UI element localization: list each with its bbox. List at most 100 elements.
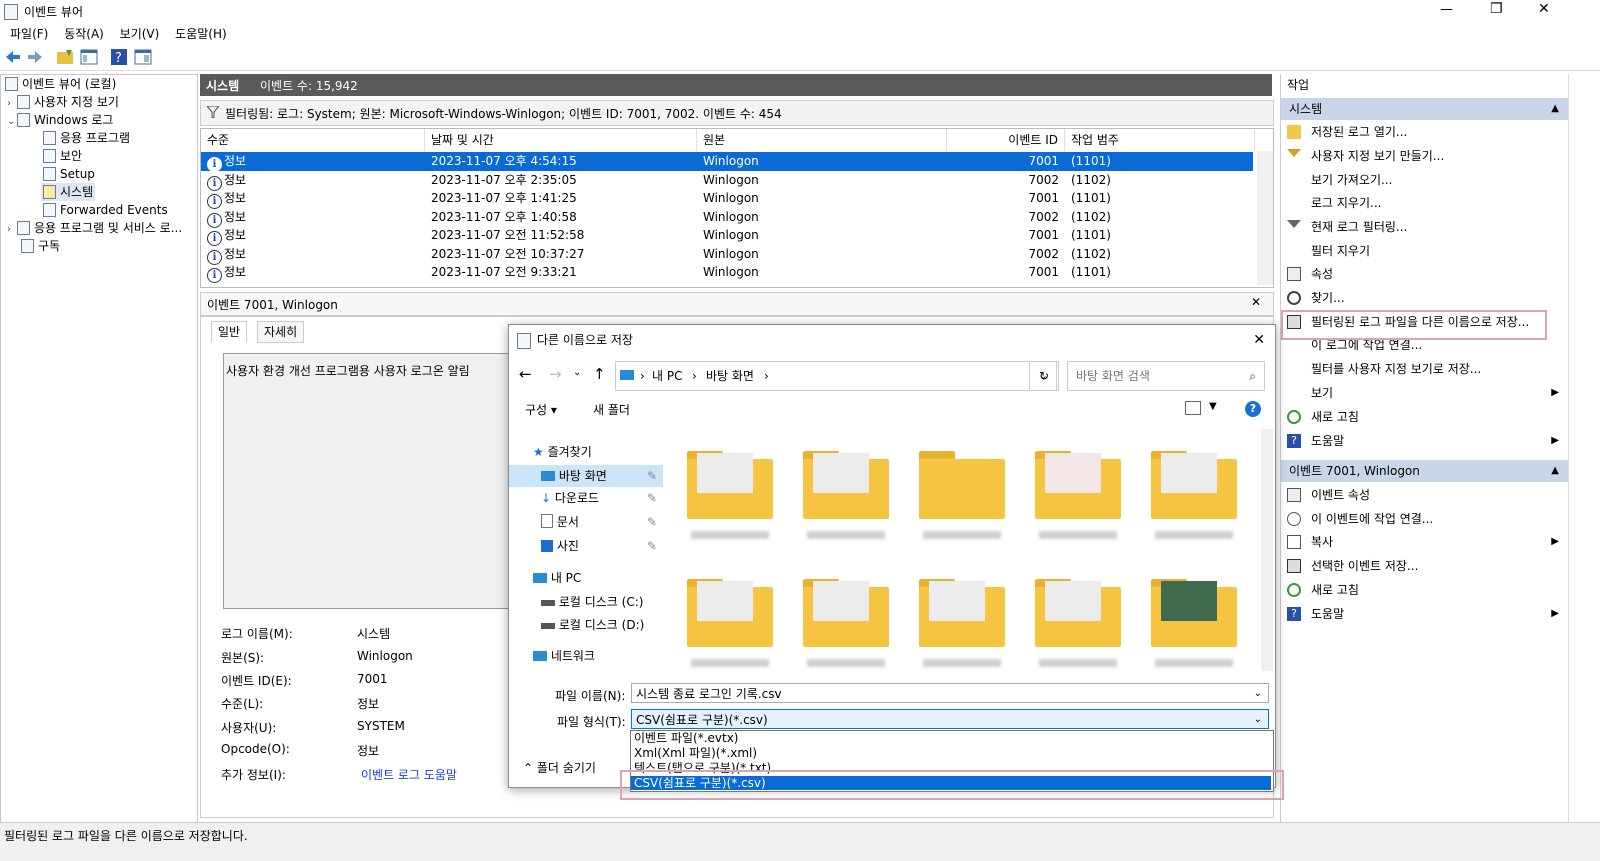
tree-root[interactable]: 이벤트 뷰어 (로컬) bbox=[5, 75, 116, 93]
tree-apps-services[interactable]: › 응용 프로그램 및 서비스 로... bbox=[7, 219, 182, 237]
address-bar[interactable]: › 내 PC › 바탕 화면 › ⌄ bbox=[615, 361, 1057, 391]
tree-log-application[interactable]: 응용 프로그램 bbox=[43, 129, 130, 147]
nav-downloads[interactable]: ↓ 다운로드 ✎ bbox=[509, 487, 663, 509]
column-event-id[interactable]: 이벤트 ID bbox=[947, 129, 1065, 151]
organize-button[interactable]: 구성 ▾ bbox=[525, 401, 557, 418]
column-date[interactable]: 날짜 및 시간 bbox=[425, 129, 697, 151]
filetype-option-xml[interactable]: Xml(Xml 파일)(*.xml) bbox=[631, 746, 1271, 760]
forward-arrow-icon[interactable] bbox=[26, 48, 44, 66]
nav-this-pc[interactable]: 내 PC bbox=[509, 567, 663, 589]
action-copy[interactable]: 복사 ▶ bbox=[1281, 531, 1569, 553]
folder-item[interactable] bbox=[919, 571, 1005, 667]
action-view[interactable]: 보기 ▶ bbox=[1281, 382, 1569, 404]
help-icon[interactable]: ? bbox=[1245, 401, 1261, 417]
folder-item[interactable] bbox=[919, 443, 1005, 539]
chevron-down-icon[interactable]: ⌄ bbox=[1254, 710, 1262, 730]
action-event-properties[interactable]: 이벤트 속성 bbox=[1281, 484, 1569, 506]
back-icon[interactable]: ← bbox=[519, 365, 532, 383]
tree-log-setup[interactable]: Setup bbox=[43, 165, 95, 183]
table-row[interactable]: i 정보 2023-11-07 오전 9:33:21 Winlogon 7001 … bbox=[201, 263, 1253, 283]
nav-desktop[interactable]: 바탕 화면 ✎ bbox=[509, 465, 663, 487]
action-help[interactable]: ? 도움말 ▶ bbox=[1281, 430, 1569, 452]
nav-drive-d[interactable]: 로컬 디스크 (D:) bbox=[509, 614, 663, 636]
collapse-icon[interactable]: ▲ bbox=[1551, 98, 1559, 120]
menu-view[interactable]: 보기(V) bbox=[114, 22, 166, 45]
folder-item[interactable] bbox=[687, 443, 773, 539]
action-properties[interactable]: 속성 bbox=[1281, 263, 1569, 285]
action-help-event[interactable]: ? 도움말 ▶ bbox=[1281, 603, 1569, 625]
tree-custom-views[interactable]: › 사용자 지정 보기 bbox=[7, 93, 119, 111]
collapse-icon[interactable]: ▲ bbox=[1551, 460, 1559, 482]
search-input[interactable]: 바탕 화면 검색 ⌕ bbox=[1067, 361, 1265, 391]
action-refresh-event[interactable]: 새로 고침 bbox=[1281, 579, 1569, 601]
actions-section-system[interactable]: 시스템 ▲ bbox=[1281, 98, 1569, 120]
view-options-icon[interactable] bbox=[1185, 401, 1201, 415]
menu-file[interactable]: 파일(F) bbox=[4, 22, 54, 45]
nav-documents[interactable]: 문서 ✎ bbox=[509, 511, 663, 533]
open-folder-icon[interactable] bbox=[56, 48, 74, 66]
expand-icon[interactable]: › bbox=[7, 221, 17, 239]
action-clear-log[interactable]: 로그 지우기... bbox=[1281, 192, 1569, 214]
breadcrumb-pc[interactable]: 내 PC bbox=[652, 362, 682, 390]
up-icon[interactable]: ↑ bbox=[593, 365, 606, 383]
tab-general[interactable]: 일반 bbox=[211, 321, 248, 343]
back-arrow-icon[interactable] bbox=[4, 48, 22, 66]
tree-log-security[interactable]: 보안 bbox=[43, 147, 82, 165]
nav-quick-access[interactable]: ★ 즐겨찾기 bbox=[509, 441, 663, 463]
action-clear-filter[interactable]: 필터 지우기 bbox=[1281, 240, 1569, 262]
dialog-close-icon[interactable]: ✕ bbox=[1253, 325, 1265, 355]
action-filter-log[interactable]: 현재 로그 필터링... bbox=[1281, 216, 1569, 238]
right-scrollbar[interactable] bbox=[1568, 74, 1600, 822]
column-category[interactable]: 작업 범주 bbox=[1065, 129, 1255, 151]
help-link[interactable]: 이벤트 로그 도움말 bbox=[361, 766, 457, 783]
action-find[interactable]: 찾기... bbox=[1281, 287, 1569, 309]
filetype-option-evtx[interactable]: 이벤트 파일(*.evtx) bbox=[631, 731, 1271, 745]
table-row[interactable]: i 정보 2023-11-07 오전 10:37:27 Winlogon 7002… bbox=[201, 245, 1253, 265]
filetype-select[interactable]: CSV(쉼표로 구분)(*.csv) ⌄ bbox=[631, 709, 1269, 729]
table-row[interactable]: i 정보 2023-11-07 오전 11:52:58 Winlogon 7001… bbox=[201, 226, 1253, 246]
nav-pictures[interactable]: 사진 ✎ bbox=[509, 535, 663, 557]
detail-close-icon[interactable]: ✕ bbox=[1251, 295, 1261, 309]
action-create-custom-view[interactable]: 사용자 지정 보기 만들기... bbox=[1281, 145, 1569, 167]
action-pane-icon[interactable] bbox=[134, 48, 152, 66]
action-attach-task-event[interactable]: 이 이벤트에 작업 연결... bbox=[1281, 508, 1569, 530]
breadcrumb-desktop[interactable]: 바탕 화면 bbox=[706, 362, 754, 390]
actions-section-event[interactable]: 이벤트 7001, Winlogon ▲ bbox=[1281, 460, 1569, 482]
nav-drive-c[interactable]: 로컬 디스크 (C:) bbox=[509, 591, 663, 613]
column-source[interactable]: 원본 bbox=[697, 129, 947, 151]
folder-item[interactable] bbox=[1035, 443, 1121, 539]
table-row[interactable]: i 정보 2023-11-07 오후 1:41:25 Winlogon 7001 … bbox=[201, 189, 1253, 209]
tree-windows-logs[interactable]: ⌄ Windows 로그 bbox=[7, 111, 113, 129]
action-import-view[interactable]: 보기 가져오기... bbox=[1281, 169, 1569, 191]
file-list-scrollbar[interactable] bbox=[1261, 429, 1273, 671]
table-row[interactable]: i 정보 2023-11-07 오후 4:54:15 Winlogon 7001 … bbox=[201, 152, 1253, 172]
console-tree-icon[interactable] bbox=[80, 48, 98, 66]
folder-item[interactable] bbox=[1151, 443, 1237, 539]
folder-item[interactable] bbox=[1151, 571, 1237, 667]
nav-network[interactable]: 네트워크 bbox=[509, 645, 663, 667]
folder-item[interactable] bbox=[1035, 571, 1121, 667]
minimize-button[interactable]: — bbox=[1440, 2, 1453, 17]
forward-icon[interactable]: → bbox=[549, 365, 562, 383]
folder-item[interactable] bbox=[687, 571, 773, 667]
maximize-button[interactable]: ❐ bbox=[1490, 1, 1503, 17]
hide-folders-toggle[interactable]: ⌃ 폴더 숨기기 bbox=[523, 759, 596, 776]
recent-dropdown-icon[interactable]: ⌄ bbox=[573, 367, 581, 378]
close-button[interactable]: ✕ bbox=[1538, 1, 1550, 17]
action-open-saved-log[interactable]: 저장된 로그 열기... bbox=[1281, 121, 1569, 143]
action-save-selected[interactable]: 선택한 이벤트 저장... bbox=[1281, 555, 1569, 577]
filename-input[interactable]: 시스템 종료 로그인 기록.csv ⌄ bbox=[631, 683, 1269, 703]
folder-item[interactable] bbox=[803, 443, 889, 539]
chevron-down-icon[interactable]: ▼ bbox=[1209, 401, 1217, 412]
action-save-filter-view[interactable]: 필터를 사용자 지정 보기로 저장... bbox=[1281, 358, 1569, 380]
menu-help[interactable]: 도움말(H) bbox=[169, 22, 233, 45]
table-row[interactable]: i 정보 2023-11-07 오후 1:40:58 Winlogon 7002 … bbox=[201, 208, 1253, 228]
refresh-icon[interactable]: ↻ bbox=[1029, 361, 1059, 391]
column-level[interactable]: 수준 bbox=[201, 129, 425, 151]
tree-log-system[interactable]: 시스템 bbox=[41, 183, 96, 201]
collapse-icon[interactable]: ⌄ bbox=[7, 113, 17, 131]
new-folder-button[interactable]: 새 폴더 bbox=[593, 401, 630, 418]
menu-action[interactable]: 동작(A) bbox=[58, 22, 110, 45]
tree-subscriptions[interactable]: 구독 bbox=[21, 237, 60, 255]
action-refresh[interactable]: 새로 고침 bbox=[1281, 406, 1569, 428]
